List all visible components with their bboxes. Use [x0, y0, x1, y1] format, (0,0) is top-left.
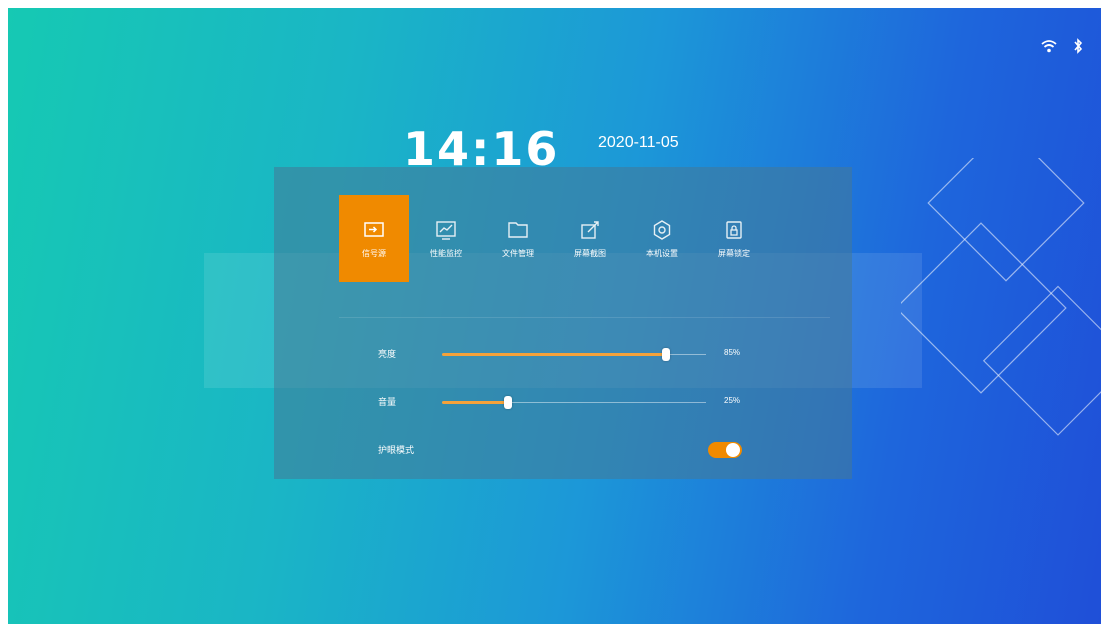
brightness-slider-thumb[interactable] [662, 348, 671, 361]
decorative-diamonds [901, 158, 1101, 436]
volume-slider[interactable] [442, 396, 706, 409]
tab-screen-lock[interactable]: 屏幕锁定 [699, 195, 769, 282]
tab-label: 屏幕锁定 [718, 249, 750, 258]
eye-protection-toggle[interactable] [708, 442, 742, 458]
menu-tabs: 信号源 性能监控 文件管理 屏幕截图 本机设置 屏幕锁定 [339, 195, 771, 282]
tab-performance-monitor[interactable]: 性能监控 [411, 195, 481, 282]
quick-settings-panel: 信号源 性能监控 文件管理 屏幕截图 本机设置 屏幕锁定 亮度 85% 音量 2… [274, 167, 852, 479]
bluetooth-icon[interactable] [1073, 38, 1083, 54]
volume-row: 音量 25% [378, 392, 758, 412]
volume-slider-thumb[interactable] [504, 396, 512, 409]
clock-date: 2020-11-05 [598, 134, 679, 151]
brightness-value: 85% [724, 348, 741, 357]
tab-label: 性能监控 [430, 249, 462, 258]
eye-protection-label: 护眼模式 [378, 446, 415, 456]
tab-signal-source[interactable]: 信号源 [339, 195, 409, 282]
screenshot-icon [581, 221, 599, 239]
tab-label: 文件管理 [502, 249, 534, 258]
wifi-icon[interactable] [1041, 39, 1057, 53]
desktop-screen: 14:16 2020-11-05 信号源 性能监控 文件管理 屏幕截图 本机设置… [8, 8, 1101, 624]
settings-icon [653, 220, 671, 240]
eye-protection-row: 护眼模式 [378, 440, 758, 460]
signal-source-icon [364, 222, 384, 237]
brightness-slider[interactable] [442, 348, 706, 361]
performance-monitor-icon [436, 221, 456, 240]
volume-value: 25% [724, 396, 741, 405]
brightness-row: 亮度 85% [378, 344, 758, 364]
toggle-knob [726, 443, 740, 457]
tab-file-manager[interactable]: 文件管理 [483, 195, 553, 282]
tab-local-settings[interactable]: 本机设置 [627, 195, 697, 282]
folder-icon [508, 222, 528, 238]
clock-time: 14:16 [403, 122, 560, 176]
tab-label: 本机设置 [646, 249, 678, 258]
slider-fill [442, 401, 508, 404]
brightness-label: 亮度 [378, 350, 397, 360]
status-bar [1041, 38, 1083, 54]
tab-label: 信号源 [362, 249, 386, 258]
slider-fill [442, 353, 667, 356]
volume-label: 音量 [378, 398, 397, 408]
tab-screenshot[interactable]: 屏幕截图 [555, 195, 625, 282]
divider [339, 317, 830, 318]
tab-label: 屏幕截图 [574, 249, 606, 258]
screen-lock-icon [726, 221, 742, 239]
